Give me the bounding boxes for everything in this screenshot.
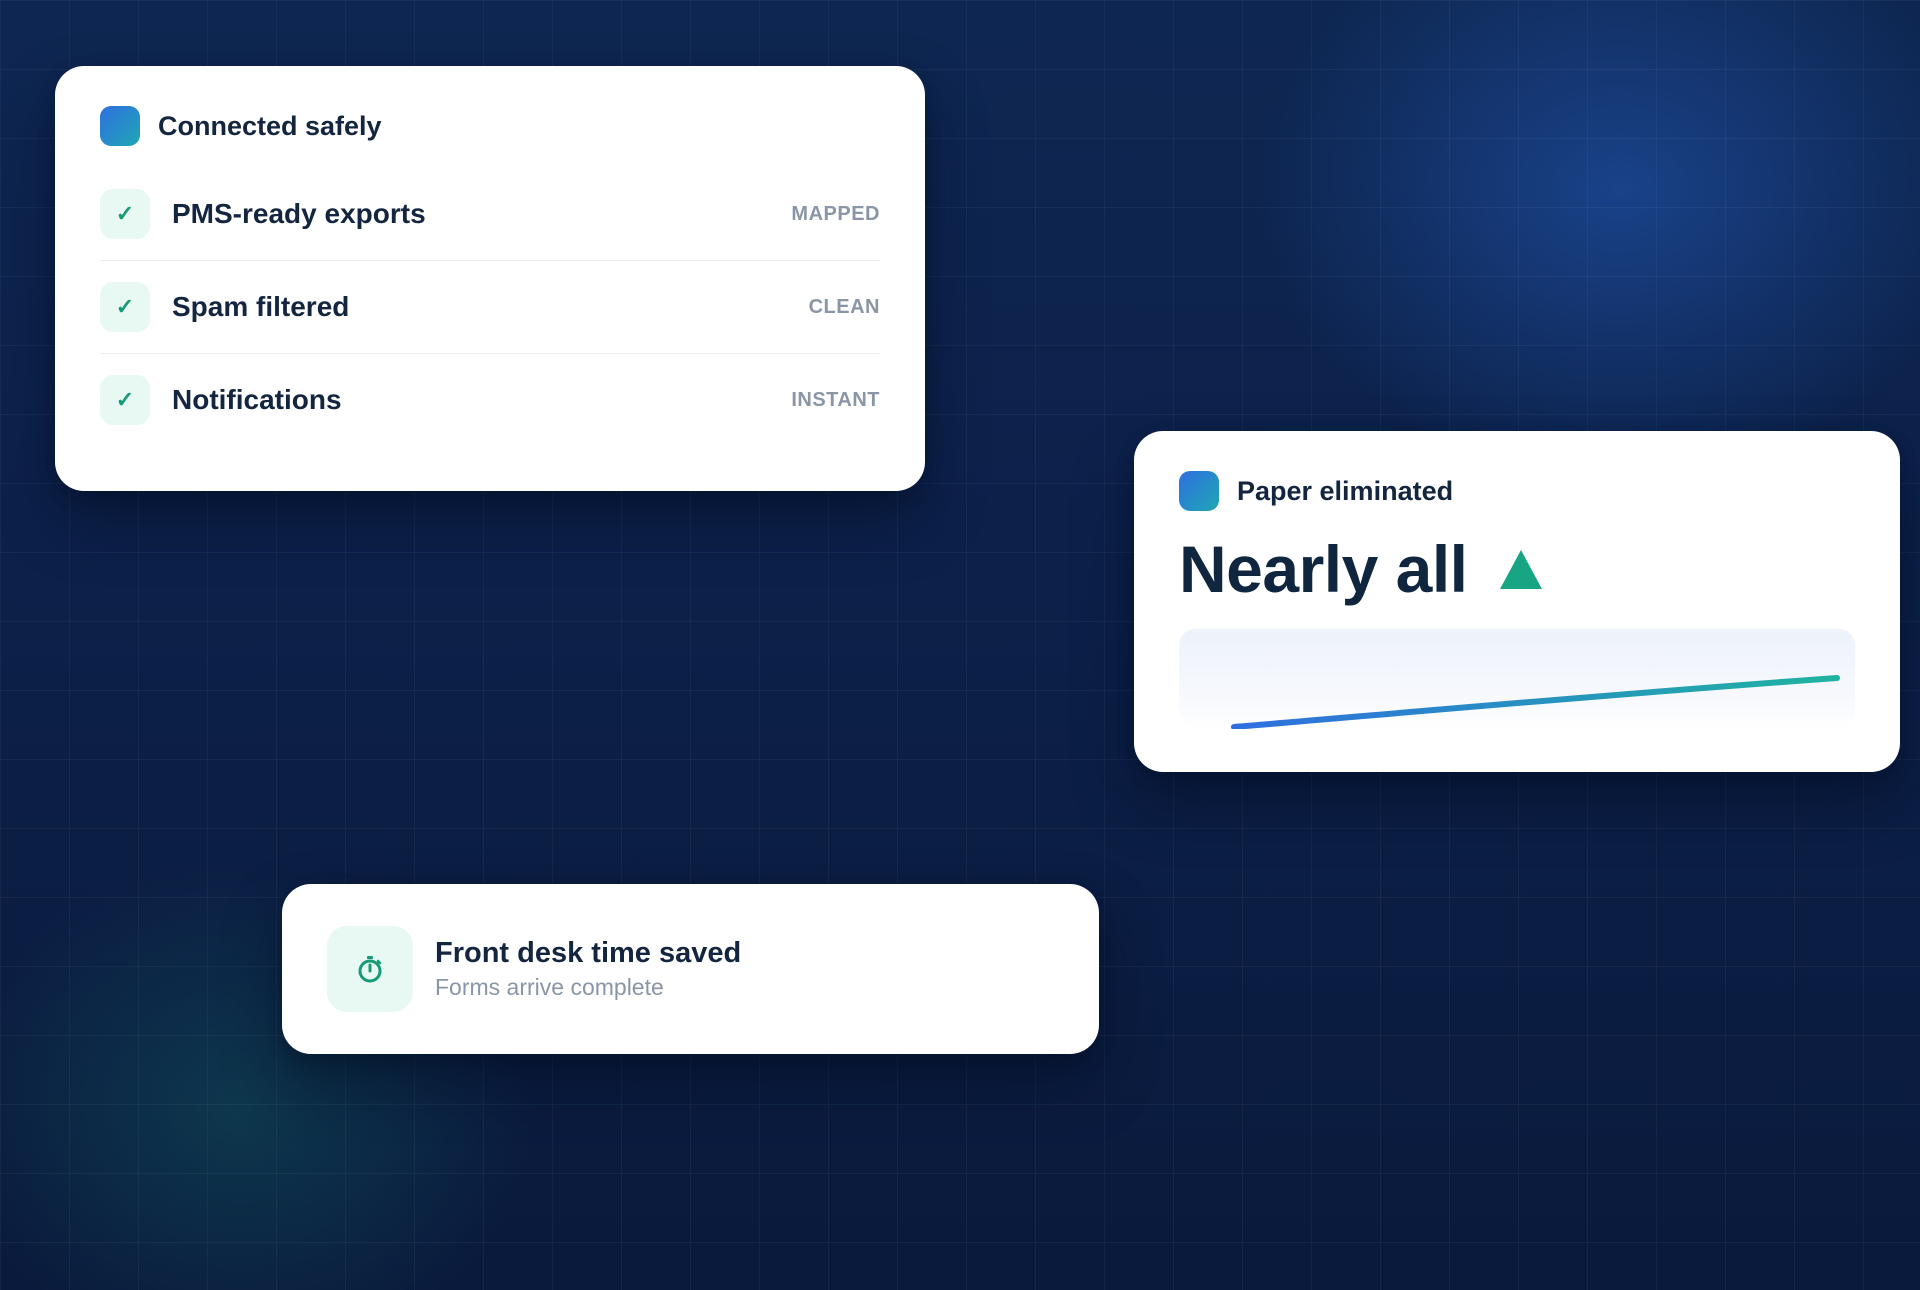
status-badge: INSTANT <box>791 388 880 411</box>
list-item-spam-filtered: ✓ Spam filtered CLEAN <box>100 261 880 354</box>
paper-card-header: Paper eliminated <box>1179 471 1855 511</box>
check-icon: ✓ <box>100 282 150 332</box>
front-desk-text: Front desk time saved Forms arrive compl… <box>435 937 741 1001</box>
connected-card-header: Connected safely <box>100 106 880 146</box>
stopwatch-icon <box>327 926 413 1012</box>
list-item-label: Notifications <box>172 384 342 415</box>
brand-square-icon <box>100 106 140 146</box>
sparkline-path <box>1231 675 1840 729</box>
paper-card-title: Paper eliminated <box>1237 475 1454 506</box>
check-icon: ✓ <box>100 375 150 425</box>
check-icon: ✓ <box>100 189 150 239</box>
trend-sparkline <box>1179 629 1855 729</box>
status-badge: MAPPED <box>791 202 880 225</box>
list-item-pms-exports: ✓ PMS-ready exports MAPPED <box>100 168 880 261</box>
list-item-notifications: ✓ Notifications INSTANT <box>100 354 880 446</box>
stopwatch-svg <box>358 956 382 983</box>
brand-square-icon <box>1179 471 1219 511</box>
status-badge: CLEAN <box>808 295 880 318</box>
paper-eliminated-card: Paper eliminated Nearly all <box>1134 431 1900 772</box>
list-item-label: PMS-ready exports <box>172 198 426 229</box>
sparkline-svg <box>1231 675 1840 729</box>
connected-safely-card: Connected safely ✓ PMS-ready exports MAP… <box>55 66 925 491</box>
paper-value-row: Nearly all <box>1179 531 1855 607</box>
front-desk-subtitle: Forms arrive complete <box>435 974 664 1000</box>
triangle-up-icon <box>1499 549 1542 589</box>
front-desk-card: Front desk time saved Forms arrive compl… <box>282 884 1099 1054</box>
list-item-label: Spam filtered <box>172 291 350 322</box>
front-desk-title: Front desk time saved <box>435 937 742 969</box>
paper-value: Nearly all <box>1179 532 1468 606</box>
connected-card-title: Connected safely <box>158 110 382 141</box>
connected-items-list: ✓ PMS-ready exports MAPPED ✓ Spam filter… <box>100 168 880 446</box>
